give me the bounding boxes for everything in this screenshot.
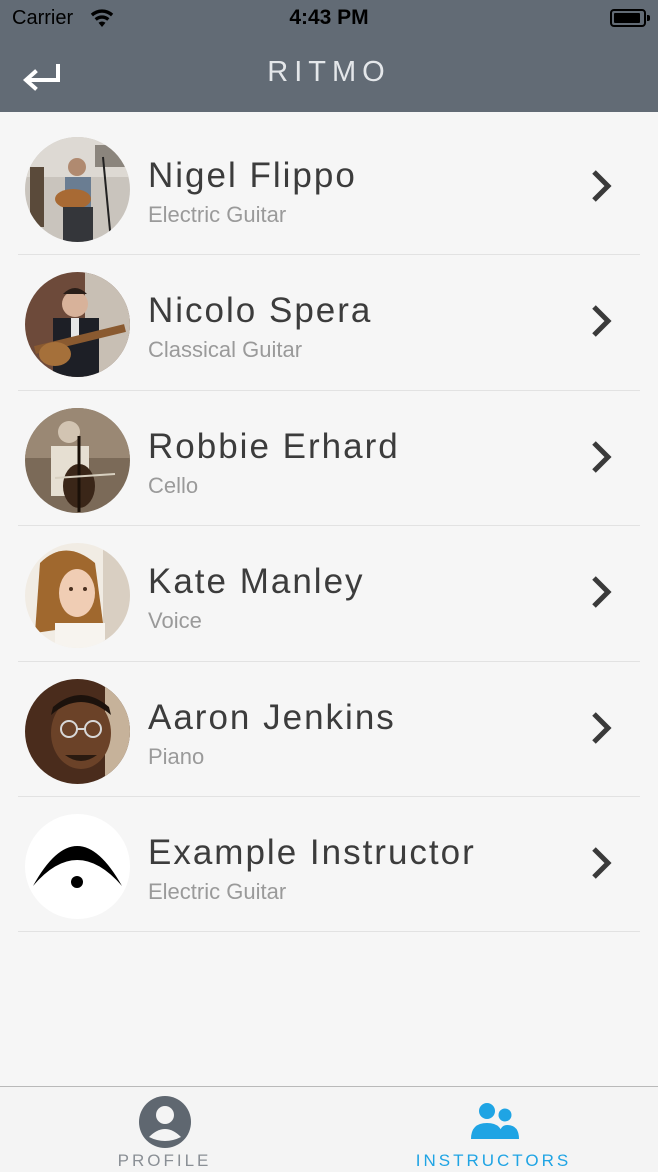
instructor-avatar xyxy=(25,272,130,378)
row-divider xyxy=(18,931,640,933)
fermata-icon xyxy=(25,813,130,919)
tab-bar: PROFILE INSTRUCTORS xyxy=(0,1086,658,1172)
chevron-right-icon xyxy=(592,847,612,879)
instructor-row[interactable]: Example Instructor Electric Guitar xyxy=(0,797,658,933)
battery-icon xyxy=(610,9,650,27)
people-group-icon xyxy=(471,1103,519,1139)
instructor-instrument: Electric Guitar xyxy=(148,878,287,904)
chevron-right-icon xyxy=(592,711,612,744)
chevron-right-icon xyxy=(592,305,612,338)
instructor-row[interactable]: Nicolo Spera Classical Guitar xyxy=(0,255,658,391)
navigation-bar: Carrier 4:43 PM RITMO xyxy=(0,0,658,112)
status-bar: Carrier 4:43 PM xyxy=(0,0,658,36)
instructor-name: Nigel Flippo xyxy=(148,156,357,195)
instructor-avatar xyxy=(25,678,130,784)
chevron-right-icon xyxy=(592,576,612,608)
instructor-row[interactable]: Kate Manley Voice xyxy=(0,526,658,662)
instructor-instrument: Electric Guitar xyxy=(148,202,287,227)
instructor-avatar xyxy=(25,813,130,919)
instructor-row[interactable]: Nigel Flippo Electric Guitar xyxy=(0,120,658,256)
instructor-name: Robbie Erhard xyxy=(148,426,400,466)
tab-profile-label: PROFILE xyxy=(117,1151,212,1170)
instructor-row[interactable]: Robbie Erhard Cello xyxy=(0,391,658,527)
instructor-list: Nigel Flippo Electric Guitar Nicolo Sper… xyxy=(0,120,658,933)
instructor-name: Aaron Jenkins xyxy=(148,697,396,737)
tab-instructors[interactable]: INSTRUCTORS xyxy=(329,1087,658,1172)
app-title: RITMO xyxy=(267,56,391,88)
status-time: 4:43 PM xyxy=(289,6,369,29)
app-screen: Carrier 4:43 PM RITMO Nigel Flippo Elect… xyxy=(0,0,658,1172)
instructor-instrument: Voice xyxy=(148,608,202,634)
instructor-avatar xyxy=(25,137,130,242)
instructor-name: Nicolo Spera xyxy=(148,291,373,331)
instructor-instrument: Cello xyxy=(148,472,199,498)
tab-instructors-label: INSTRUCTORS xyxy=(415,1151,572,1170)
instructor-avatar xyxy=(25,407,130,513)
chevron-right-icon xyxy=(592,441,612,473)
profile-icon xyxy=(139,1096,191,1148)
chevron-right-icon xyxy=(592,170,612,202)
instructor-instrument: Piano xyxy=(148,743,205,769)
instructor-avatar xyxy=(25,543,130,649)
instructor-instrument: Classical Guitar xyxy=(148,337,303,363)
instructor-name: Example Instructor xyxy=(148,832,476,872)
instructor-name: Kate Manley xyxy=(148,562,365,602)
tab-profile[interactable]: PROFILE xyxy=(0,1087,329,1172)
instructor-row[interactable]: Aaron Jenkins Piano xyxy=(0,662,658,797)
